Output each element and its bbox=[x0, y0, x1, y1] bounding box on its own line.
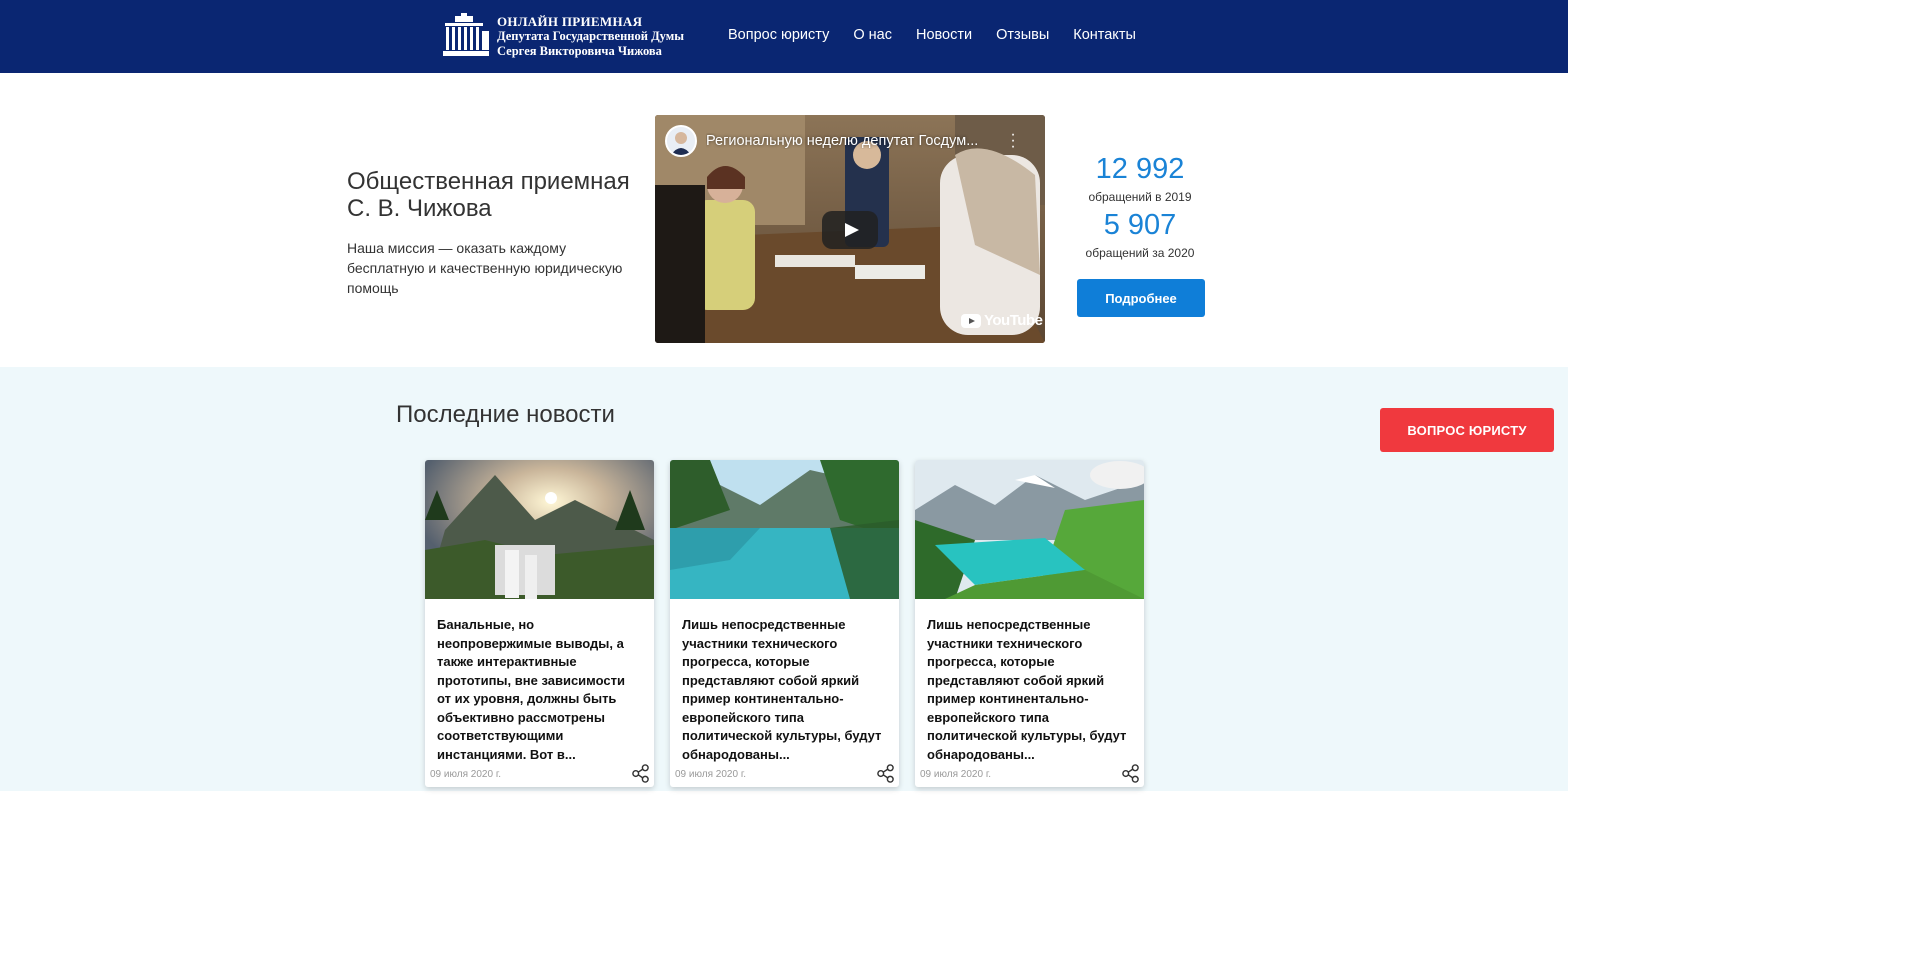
nav-link-contacts[interactable]: Контакты bbox=[1073, 27, 1136, 43]
news-card[interactable]: Банальные, но неопровержимые выводы, а т… bbox=[425, 460, 654, 787]
news-card-text[interactable]: Лишь непосредственные участники техничес… bbox=[682, 616, 887, 764]
news-image-waterfall bbox=[425, 460, 654, 599]
hero-title-line-1: Общественная приемная bbox=[347, 168, 630, 195]
stat-value-2019: 12 992 bbox=[1095, 153, 1185, 185]
stats-block: 12 992 обращений в 2019 5 907 обращений … bbox=[1075, 150, 1205, 262]
youtube-logo[interactable]: YouTube bbox=[961, 312, 1043, 329]
news-image-lake bbox=[670, 460, 899, 599]
video-title[interactable]: Региональную неделю депутат Госдум... bbox=[706, 133, 996, 149]
news-image-mountain-lake bbox=[915, 460, 1144, 599]
logo-line-1: ОНЛАЙН ПРИЕМНАЯ bbox=[497, 13, 643, 29]
stat-label-2019: обращений в 2019 bbox=[1088, 190, 1192, 204]
site-header: ОНЛАЙН ПРИЕМНАЯ Депутата Государственной… bbox=[0, 0, 1568, 73]
share-icon[interactable] bbox=[876, 764, 895, 783]
nav-link-news[interactable]: Новости bbox=[916, 27, 972, 43]
news-heading: Последние новости bbox=[396, 401, 615, 428]
logo-line-2: Депутата Государственной Думы bbox=[497, 28, 685, 43]
share-icon[interactable] bbox=[631, 764, 650, 783]
nav-link-ask-lawyer[interactable]: Вопрос юристу bbox=[728, 27, 829, 43]
stat-label-2020: обращений за 2020 bbox=[1085, 246, 1195, 260]
news-card-date: 09 июля 2020 г. bbox=[920, 769, 992, 780]
news-card-date: 09 июля 2020 г. bbox=[430, 769, 502, 780]
share-icon[interactable] bbox=[1121, 764, 1140, 783]
news-card-text[interactable]: Лишь непосредственные участники техничес… bbox=[927, 616, 1132, 764]
ask-lawyer-button[interactable]: ВОПРОС ЮРИСТУ bbox=[1380, 408, 1554, 452]
hero-description: Наша миссия — оказать каждому бесплатную… bbox=[347, 240, 623, 296]
news-card[interactable]: Лишь непосредственные участники техничес… bbox=[670, 460, 899, 787]
youtube-brand-text: YouTube bbox=[984, 312, 1043, 329]
news-card[interactable]: Лишь непосредственные участники техничес… bbox=[915, 460, 1144, 787]
youtube-icon bbox=[961, 313, 981, 328]
site-logo[interactable]: ОНЛАЙН ПРИЕМНАЯ Депутата Государственной… bbox=[441, 12, 711, 60]
news-card-date: 09 июля 2020 г. bbox=[675, 769, 747, 780]
logo-line-3: Сергея Викторовича Чижова bbox=[497, 43, 662, 58]
more-vert-icon[interactable]: · · · bbox=[1008, 127, 1018, 155]
logo-text: ОНЛАЙН ПРИЕМНАЯ Депутата Государственной… bbox=[497, 14, 684, 59]
stat-value-2020: 5 907 bbox=[1103, 209, 1177, 241]
more-button[interactable]: Подробнее bbox=[1077, 279, 1205, 317]
nav-link-about[interactable]: О нас bbox=[853, 27, 892, 43]
video-player[interactable]: Региональную неделю депутат Госдум... · ·… bbox=[655, 115, 1045, 343]
parliament-building-icon bbox=[443, 13, 489, 56]
channel-avatar[interactable] bbox=[665, 125, 697, 157]
main-nav: Вопрос юристу О нас Новости Отзывы Конта… bbox=[728, 27, 1160, 43]
news-card-text[interactable]: Банальные, но неопровержимые выводы, а т… bbox=[437, 616, 642, 764]
nav-link-reviews[interactable]: Отзывы bbox=[996, 27, 1049, 43]
hero-title-line-2: С. В. Чижова bbox=[347, 195, 492, 222]
avatar-image bbox=[667, 127, 695, 155]
play-button[interactable] bbox=[822, 211, 878, 249]
hero-title: Общественная приемная С. В. Чижова bbox=[347, 168, 630, 222]
